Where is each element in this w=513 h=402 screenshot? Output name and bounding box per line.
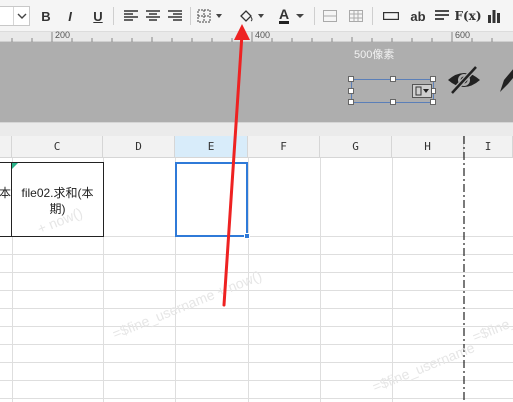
app-root: B I U A ab F(x) 200 400 600 500像素 C D E … (0, 0, 513, 402)
annotation-arrow (222, 24, 250, 307)
